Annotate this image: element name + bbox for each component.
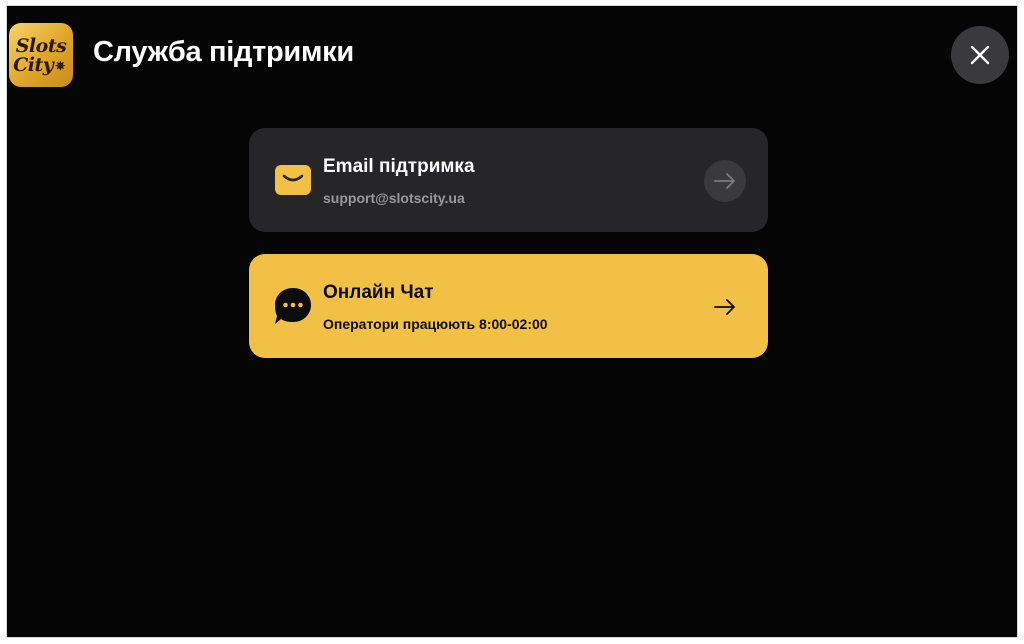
slots-city-logo: Slots City ✵ [9, 23, 73, 87]
email-support-title: Email підтримка [323, 156, 475, 177]
logo-star-icon: ✵ [55, 59, 65, 73]
support-modal: Slots City ✵ Служба підтримки Email підтр… [7, 6, 1017, 637]
online-chat-title: Онлайн Чат [323, 282, 434, 303]
online-chat-hours: Оператори працюють 8:00-02:00 [323, 316, 548, 332]
close-button[interactable] [951, 26, 1009, 84]
arrow-right-icon [714, 173, 735, 189]
arrow-right-icon [714, 299, 735, 315]
logo-line2-text: City [13, 54, 54, 76]
email-arrow-button[interactable] [704, 160, 746, 202]
chat-bubble-icon [275, 288, 311, 324]
envelope-icon [275, 165, 311, 195]
page-title: Служба підтримки [93, 36, 354, 68]
online-chat-card[interactable]: Онлайн Чат Оператори працюють 8:00-02:00 [249, 254, 768, 358]
close-icon [970, 45, 990, 65]
email-support-address: support@slotscity.ua [323, 190, 465, 206]
chat-arrow-button[interactable] [704, 286, 746, 328]
email-support-card[interactable]: Email підтримка support@slotscity.ua [249, 128, 768, 232]
logo-line2: City ✵ [13, 56, 65, 75]
